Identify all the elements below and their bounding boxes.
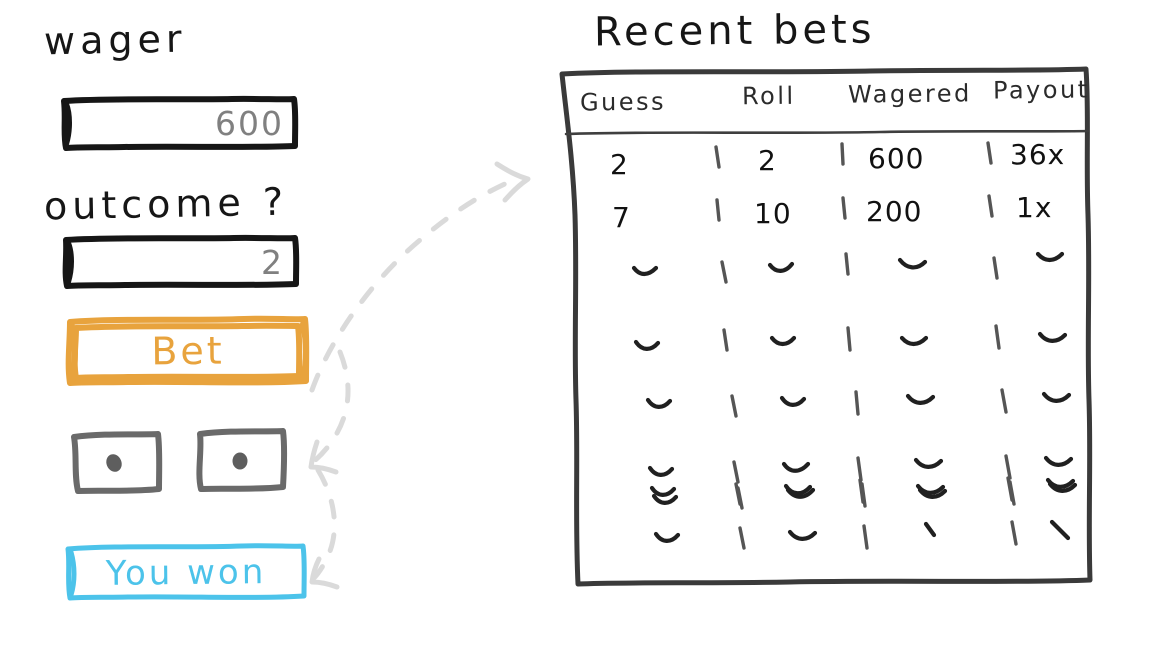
sketch-layer: [0, 0, 1152, 648]
column-header-payout: Payout: [992, 75, 1090, 105]
outcome-input[interactable]: 2: [66, 243, 284, 282]
column-header-wagered: Wagered: [847, 79, 972, 109]
cell-guess: 2: [610, 148, 629, 181]
cell-payout: 1x: [1016, 191, 1053, 224]
outcome-label: outcome ?: [43, 179, 289, 229]
table-row[interactable]: 7 10 200 1x: [576, 191, 1086, 241]
cell-payout: 36x: [1010, 138, 1066, 171]
column-header-roll: Roll: [741, 81, 796, 111]
wager-label: wager: [43, 16, 187, 64]
cell-guess: 7: [612, 201, 631, 234]
die-two[interactable]: [196, 427, 288, 491]
status-badge: You won: [105, 552, 267, 594]
table-row[interactable]: 2 2 600 36x: [576, 138, 1086, 188]
cell-wagered: 600: [868, 142, 925, 175]
table-placeholder-rows: [634, 254, 1075, 548]
wireframe-canvas: wager 600 outcome ? 2 Bet You won Recent…: [0, 0, 1152, 648]
page-title: Recent bets: [593, 6, 876, 56]
arrow-to-result: [312, 470, 337, 587]
arrow-to-dice: [311, 352, 348, 472]
cell-wagered: 200: [866, 195, 923, 228]
wager-input[interactable]: 600: [62, 104, 284, 143]
die-one[interactable]: [72, 430, 164, 494]
cell-roll: 2: [758, 144, 777, 177]
result-badge-outline: [68, 546, 304, 598]
column-header-guess: Guess: [579, 87, 667, 117]
outcome-input-outline: [66, 238, 297, 286]
arrow-to-table: [312, 164, 528, 390]
bet-button-outline: [69, 319, 307, 383]
wager-input-outline: [64, 99, 295, 148]
cell-roll: 10: [754, 197, 792, 230]
bet-button[interactable]: Bet: [70, 328, 306, 374]
